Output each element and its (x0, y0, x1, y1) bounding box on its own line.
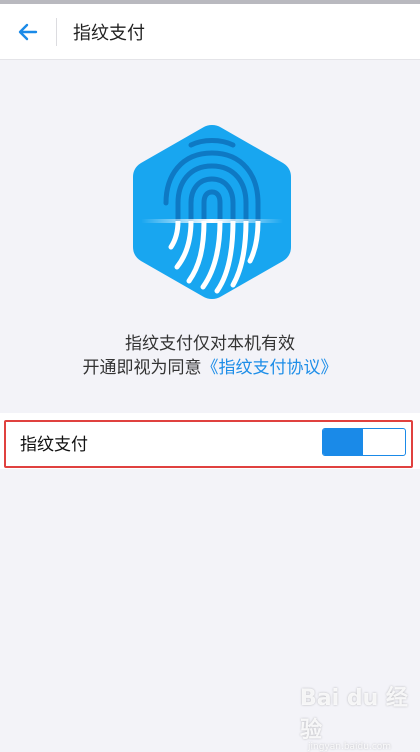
watermark-text: Bai du 经验 (300, 686, 408, 743)
fingerprint-pay-label: 指纹支付 (20, 435, 88, 455)
nav-divider (56, 17, 57, 46)
arrow-left-icon (18, 23, 38, 40)
back-button[interactable] (0, 4, 56, 60)
baidu-watermark-logo: Bai du 经验 jingyan.baidu.com (300, 680, 415, 752)
watermark-sub: jingyan.baidu.com (308, 742, 392, 752)
agreement-prefix: 开通即视为同意 (82, 358, 202, 378)
fingerprint-hexagon-icon (131, 121, 293, 303)
agreement-link[interactable]: 《指纹支付协议》 (202, 358, 338, 378)
navigation-bar: 指纹支付 (0, 4, 420, 60)
fingerprint-hero: 指纹支付仅对本机有效 开通即视为同意《指纹支付协议》 (0, 61, 420, 413)
info-line-scope: 指纹支付仅对本机有效 (125, 334, 295, 354)
fingerprint-pay-toggle[interactable] (322, 428, 406, 456)
info-line-agreement: 开通即视为同意《指纹支付协议》 (0, 353, 420, 378)
toggle-fill (323, 429, 363, 455)
page-title: 指纹支付 (73, 22, 145, 44)
